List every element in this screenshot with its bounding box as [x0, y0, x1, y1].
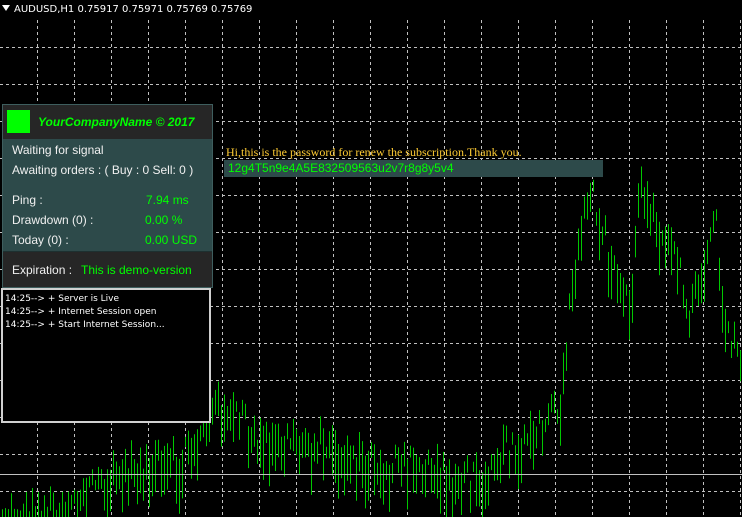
company-logo-icon — [7, 110, 30, 133]
password-message: Hi,this is the password for renew the su… — [226, 145, 522, 159]
log-line: 14:25--> + Server is Live — [5, 294, 120, 304]
log-line: 14:25--> + Internet Session open — [5, 307, 157, 317]
log-panel[interactable]: 14:25--> + Server is Live 14:25--> + Int… — [1, 288, 211, 423]
orders-text: Awaiting orders : ( Buy : 0 Sell: 0 ) — [12, 163, 194, 177]
expiration-label: Expiration : — [12, 263, 73, 277]
ping-label: Ping : — [12, 193, 43, 207]
password-field[interactable]: 12g4T5n9e4A5E832509563u2v7r8g8y5v4 — [224, 160, 603, 177]
drawdown-value: 0.00 % — [145, 213, 183, 227]
symbol-header[interactable]: AUDUSD,H1 0.75917 0.75971 0.75769 0.7576… — [2, 3, 252, 17]
password-value: 12g4T5n9e4A5E832509563u2v7r8g8y5v4 — [228, 161, 454, 175]
panel-header: YourCompanyName © 2017 — [3, 105, 212, 139]
log-line: 14:25--> + Start Internet Session... — [5, 320, 165, 330]
chevron-down-icon[interactable] — [2, 5, 10, 11]
status-text: Waiting for signal — [12, 143, 104, 157]
today-value: 0.00 USD — [145, 233, 198, 247]
panel-footer: Expiration : This is demo-version — [3, 252, 212, 287]
ping-value: 7.94 ms — [146, 193, 189, 207]
ea-info-panel: YourCompanyName © 2017 Waiting for signa… — [2, 104, 213, 288]
today-label: Today (0) : — [12, 233, 69, 247]
company-name: YourCompanyName © 2017 — [38, 115, 195, 129]
expiration-value: This is demo-version — [81, 263, 192, 277]
drawdown-label: Drawdown (0) : — [12, 213, 94, 227]
symbol-quote: AUDUSD,H1 0.75917 0.75971 0.75769 0.7576… — [14, 4, 253, 15]
